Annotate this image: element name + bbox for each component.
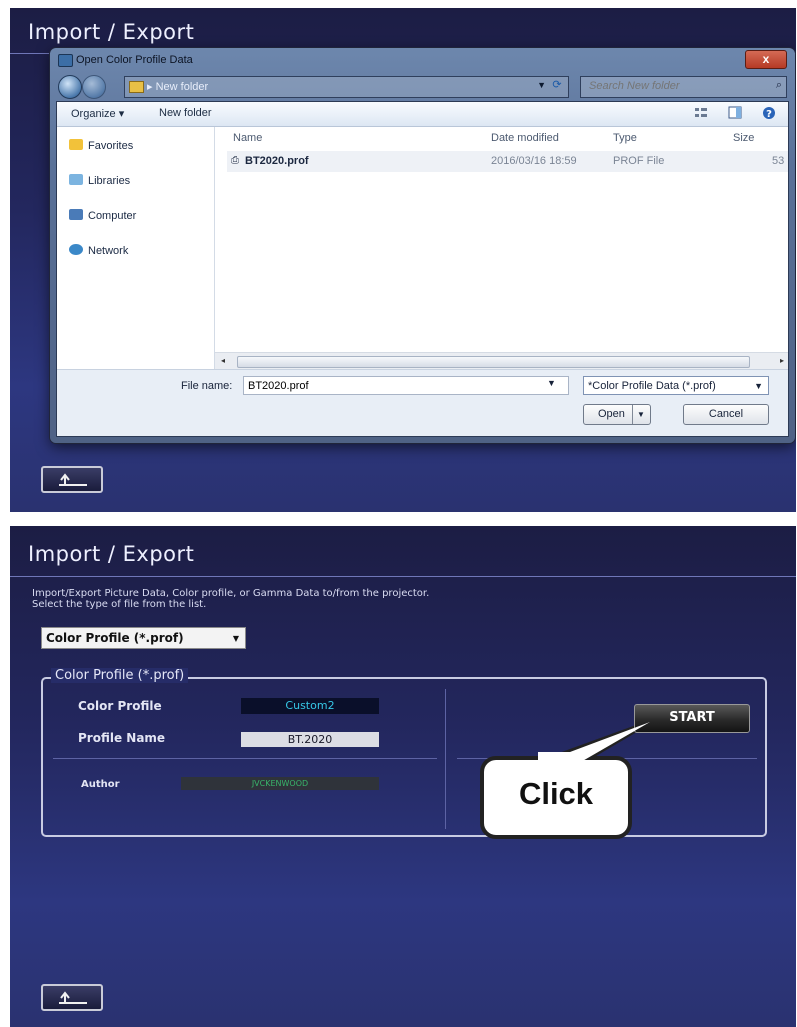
column-header-type[interactable]: Type <box>613 127 637 149</box>
import-export-panel-top: Import / Export Open Color Profile Data … <box>10 8 796 512</box>
column-header-name[interactable]: Name <box>233 127 262 149</box>
breadcrumb[interactable]: ▸ New folder <box>147 80 208 93</box>
file-icon: ⎙ <box>231 155 239 166</box>
file-type-select[interactable]: *Color Profile Data (*.prof) ▼ <box>583 376 769 395</box>
back-button[interactable] <box>41 466 103 493</box>
help-icon[interactable]: ? <box>762 106 776 120</box>
file-type-value: *Color Profile Data (*.prof) <box>588 380 716 392</box>
horizontal-scrollbar[interactable]: ◂ ▸ <box>215 352 788 370</box>
back-nav-icon[interactable] <box>58 75 82 99</box>
address-bar[interactable]: ▸ New folder ▼ ⟳ <box>124 76 569 98</box>
return-arrow-icon <box>59 991 87 1004</box>
star-icon <box>69 139 83 150</box>
split-divider <box>632 405 633 424</box>
open-file-dialog: Open Color Profile Data x ▸ New folder ▼… <box>50 48 795 443</box>
dialog-close-button[interactable]: x <box>745 50 787 69</box>
back-button[interactable] <box>41 984 103 1011</box>
file-name: BT2020.prof <box>245 155 309 167</box>
computer-icon <box>69 209 83 220</box>
view-options-icon[interactable] <box>694 106 708 120</box>
chevron-down-icon[interactable]: ▼ <box>537 80 546 90</box>
nav-label: Libraries <box>88 175 131 187</box>
nav-label: Computer <box>88 210 137 222</box>
organize-menu[interactable]: Organize ▾ <box>71 107 124 120</box>
network-icon <box>69 244 83 255</box>
nav-item-libraries[interactable]: Libraries <box>69 174 130 187</box>
navigation-pane: Favorites Libraries Computer Network <box>57 127 215 370</box>
column-header-date[interactable]: Date modified <box>491 127 559 149</box>
svg-text:?: ? <box>766 109 772 120</box>
open-button[interactable]: Open ▼ <box>583 404 651 425</box>
file-list: Name Date modified Type Size ⎙ BT2020.pr… <box>215 127 788 370</box>
folder-icon <box>129 81 144 93</box>
search-box[interactable]: ⌕ <box>580 76 787 98</box>
chevron-down-icon: ▼ <box>754 381 763 391</box>
file-type: PROF File <box>613 155 665 167</box>
address-row: ▸ New folder ▼ ⟳ ⌕ <box>56 74 789 99</box>
chevron-down-icon[interactable]: ▼ <box>637 405 645 424</box>
nav-item-network[interactable]: Network <box>69 244 128 257</box>
nav-item-computer[interactable]: Computer <box>69 209 136 222</box>
nav-item-favorites[interactable]: Favorites <box>69 139 133 152</box>
search-icon[interactable]: ⌕ <box>776 79 782 92</box>
new-folder-button[interactable]: New folder <box>159 107 212 119</box>
search-input[interactable] <box>587 79 761 93</box>
dialog-toolbar: Organize ▾ New folder ? <box>57 102 788 127</box>
file-size: 53 <box>772 155 785 167</box>
file-date: 2016/03/16 18:59 <box>491 155 577 167</box>
column-header-size[interactable]: Size <box>733 127 754 149</box>
dialog-body: Organize ▾ New folder ? Favorites Librar… <box>56 101 789 437</box>
refresh-icon[interactable]: ⟳ <box>548 78 566 94</box>
dialog-title: Open Color Profile Data <box>76 54 193 66</box>
open-label: Open <box>598 408 625 420</box>
file-name-input[interactable] <box>243 376 569 395</box>
scrollbar-thumb[interactable] <box>237 356 750 368</box>
scroll-left-icon[interactable]: ◂ <box>221 356 225 365</box>
libraries-icon <box>69 174 83 185</box>
nav-label: Network <box>88 245 129 257</box>
dialog-app-icon <box>58 54 73 67</box>
chevron-down-icon[interactable]: ▼ <box>547 378 556 388</box>
preview-pane-icon[interactable] <box>728 106 742 120</box>
file-name-label: File name: <box>181 380 233 392</box>
dialog-bottom-bar: File name: ▼ *Color Profile Data (*.prof… <box>57 369 788 436</box>
callout-pointer-join <box>538 722 650 770</box>
forward-nav-icon[interactable] <box>82 75 106 99</box>
import-export-panel-bottom: Import / Export Import/Export Picture Da… <box>10 526 796 1027</box>
return-arrow-icon <box>59 473 87 486</box>
scroll-right-icon[interactable]: ▸ <box>780 356 784 365</box>
cancel-button[interactable]: Cancel <box>683 404 769 425</box>
page-title: Import / Export <box>28 20 195 44</box>
file-row[interactable]: ⎙ BT2020.prof 2016/03/16 18:59 PROF File… <box>227 151 788 172</box>
nav-label: Favorites <box>88 140 134 152</box>
